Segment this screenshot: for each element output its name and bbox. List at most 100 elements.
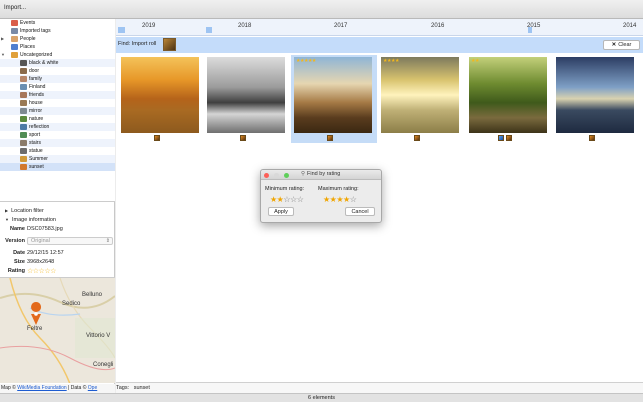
tree-item[interactable]: nature bbox=[0, 115, 115, 123]
close-icon: ✕ bbox=[611, 42, 617, 48]
tree-item[interactable]: reflection bbox=[0, 123, 115, 131]
import-button[interactable]: Import... bbox=[4, 5, 26, 11]
wikimedia-link[interactable]: WikiMedia Foundation bbox=[17, 385, 66, 391]
tree-item[interactable]: house bbox=[0, 99, 115, 107]
tree-item[interactable]: black & white bbox=[0, 59, 115, 67]
tree-item[interactable]: door bbox=[0, 67, 115, 75]
photo-rating-stars: ★★★★ bbox=[383, 58, 399, 64]
location-filter-section[interactable]: ▶ Location filter bbox=[0, 206, 115, 215]
map-credit: Map © WikiMedia Foundation | Data © Ope bbox=[0, 384, 115, 393]
photo-thumbnail[interactable] bbox=[207, 57, 285, 133]
photo-tile[interactable] bbox=[204, 55, 290, 143]
timeline-year: 2017 bbox=[334, 23, 348, 29]
image-information-section[interactable]: ▼ Image information bbox=[0, 215, 115, 224]
tree-item-label: friends bbox=[29, 92, 45, 98]
timeline-year: 2019 bbox=[142, 23, 156, 29]
photo-thumbnail[interactable] bbox=[556, 57, 634, 133]
tag-icon bbox=[20, 116, 27, 122]
disclosure-down-icon[interactable]: ▼ bbox=[1, 51, 5, 59]
zoom-window-button[interactable] bbox=[284, 173, 289, 178]
tree-item[interactable]: stairs bbox=[0, 139, 115, 147]
tree-item[interactable]: Summer bbox=[0, 155, 115, 163]
tree-item-label: door bbox=[29, 68, 40, 74]
info-size-row: Size 3968x2648 bbox=[13, 259, 55, 265]
tree-item-label: statue bbox=[29, 148, 43, 154]
minimize-window-button[interactable] bbox=[274, 173, 279, 178]
apply-button[interactable]: Apply bbox=[268, 207, 294, 216]
disclosure-down-icon[interactable]: ▼ bbox=[5, 217, 9, 222]
photo-thumbnail[interactable]: ★★★★ bbox=[381, 57, 459, 133]
import-roll-badge-icon bbox=[154, 135, 160, 141]
map-label-feltre: Feltre bbox=[27, 326, 43, 332]
find-by-rating-dialog: ⚲ Find by rating Minimum rating: Maximum … bbox=[260, 169, 382, 223]
tree-item-label: Events bbox=[20, 20, 36, 26]
timeline-marker bbox=[118, 27, 125, 33]
timeline-year: 2016 bbox=[431, 23, 445, 29]
tag-icon bbox=[20, 84, 27, 90]
tree-item[interactable]: statue bbox=[0, 147, 115, 155]
tree-item[interactable]: Events bbox=[0, 19, 115, 27]
photo-tile[interactable]: ★★ bbox=[466, 55, 552, 143]
tree-item-label: sport bbox=[29, 132, 41, 138]
tree-item-label: stairs bbox=[29, 140, 41, 146]
tree-item-label: Uncategorized bbox=[20, 52, 53, 58]
photo-tile[interactable]: ★★★★ bbox=[378, 55, 464, 143]
tag-icon bbox=[20, 148, 27, 154]
tree-item-label: mirror bbox=[29, 108, 43, 114]
dialog-titlebar: ⚲ Find by rating bbox=[261, 170, 381, 180]
tag-icon bbox=[20, 76, 27, 82]
tree-item[interactable]: Places bbox=[0, 43, 115, 51]
tree-item[interactable]: ▼ Uncategorized bbox=[0, 51, 115, 59]
tree-item-label: family bbox=[29, 76, 43, 82]
sidebar: Events Imported tags ▶ People Places ▼ Uncateg… bbox=[0, 19, 115, 393]
find-bar: Find: Import roll ✕ Clear bbox=[116, 37, 643, 53]
tree-item[interactable]: family bbox=[0, 75, 115, 83]
tag-icon bbox=[20, 92, 27, 98]
photo-tile[interactable]: ★★★★★ bbox=[291, 55, 377, 143]
photo-thumbnail[interactable] bbox=[121, 57, 199, 133]
max-rating-stars[interactable]: ★★★★☆ bbox=[323, 195, 357, 204]
timeline-marker bbox=[206, 27, 212, 33]
info-name-value: DSC07583.jpg bbox=[27, 226, 63, 232]
tree-item[interactable]: mirror bbox=[0, 107, 115, 115]
tag-tree[interactable]: Events Imported tags ▶ People Places ▼ Uncateg… bbox=[0, 19, 115, 202]
rating-stars[interactable]: ☆☆☆☆☆ bbox=[27, 267, 56, 276]
photo-tile[interactable] bbox=[118, 55, 204, 143]
tree-item-label: Places bbox=[20, 44, 36, 50]
tree-item-label: Summer bbox=[29, 156, 48, 162]
tree-item[interactable]: Imported tags bbox=[0, 27, 115, 35]
cancel-button[interactable]: Cancel bbox=[345, 207, 375, 216]
import-roll-badge-icon bbox=[240, 135, 246, 141]
tag-icon bbox=[20, 100, 27, 106]
tree-item[interactable]: sunset bbox=[0, 163, 115, 171]
timeline[interactable]: 2019 2018 2017 2016 2015 2014 bbox=[116, 19, 643, 36]
close-window-button[interactable] bbox=[264, 173, 269, 178]
map-label-belluno: Belluno bbox=[82, 292, 103, 298]
dialog-title: ⚲ Find by rating bbox=[301, 171, 341, 177]
photo-rating-stars: ★★★★★ bbox=[296, 58, 316, 64]
min-rating-stars[interactable]: ★★☆☆☆ bbox=[270, 195, 304, 204]
version-select[interactable]: Original ⇕ bbox=[27, 237, 113, 245]
tree-item[interactable]: ▶ People bbox=[0, 35, 115, 43]
photo-thumbnail[interactable]: ★★ bbox=[469, 57, 547, 133]
disclosure-right-icon[interactable]: ▶ bbox=[1, 35, 4, 43]
tree-item-label: sunset bbox=[29, 164, 44, 170]
tags-value[interactable]: sunset bbox=[134, 385, 150, 391]
map-label-conegliano: Conegli bbox=[93, 362, 114, 368]
openstreetmap-link[interactable]: Ope bbox=[88, 385, 97, 391]
info-size-value: 3968x2648 bbox=[27, 259, 55, 265]
photo-thumbnail[interactable]: ★★★★★ bbox=[294, 57, 372, 133]
map-view[interactable]: Belluno Sedico Feltre Vittorio V Conegli bbox=[0, 277, 115, 383]
tree-item[interactable]: Finland bbox=[0, 83, 115, 91]
tag-icon bbox=[11, 28, 18, 34]
tag-icon bbox=[20, 156, 27, 162]
photo-tile[interactable] bbox=[553, 55, 639, 143]
photo-grid: ★★★★★ ★★★★ ★★ bbox=[116, 55, 643, 163]
disclosure-right-icon[interactable]: ▶ bbox=[5, 208, 8, 213]
tag-icon bbox=[11, 20, 18, 26]
photo-rating-stars: ★★ bbox=[471, 58, 479, 64]
tree-item[interactable]: friends bbox=[0, 91, 115, 99]
tree-item-label: house bbox=[29, 100, 43, 106]
tree-item[interactable]: sport bbox=[0, 131, 115, 139]
clear-button[interactable]: ✕ Clear bbox=[603, 40, 640, 50]
